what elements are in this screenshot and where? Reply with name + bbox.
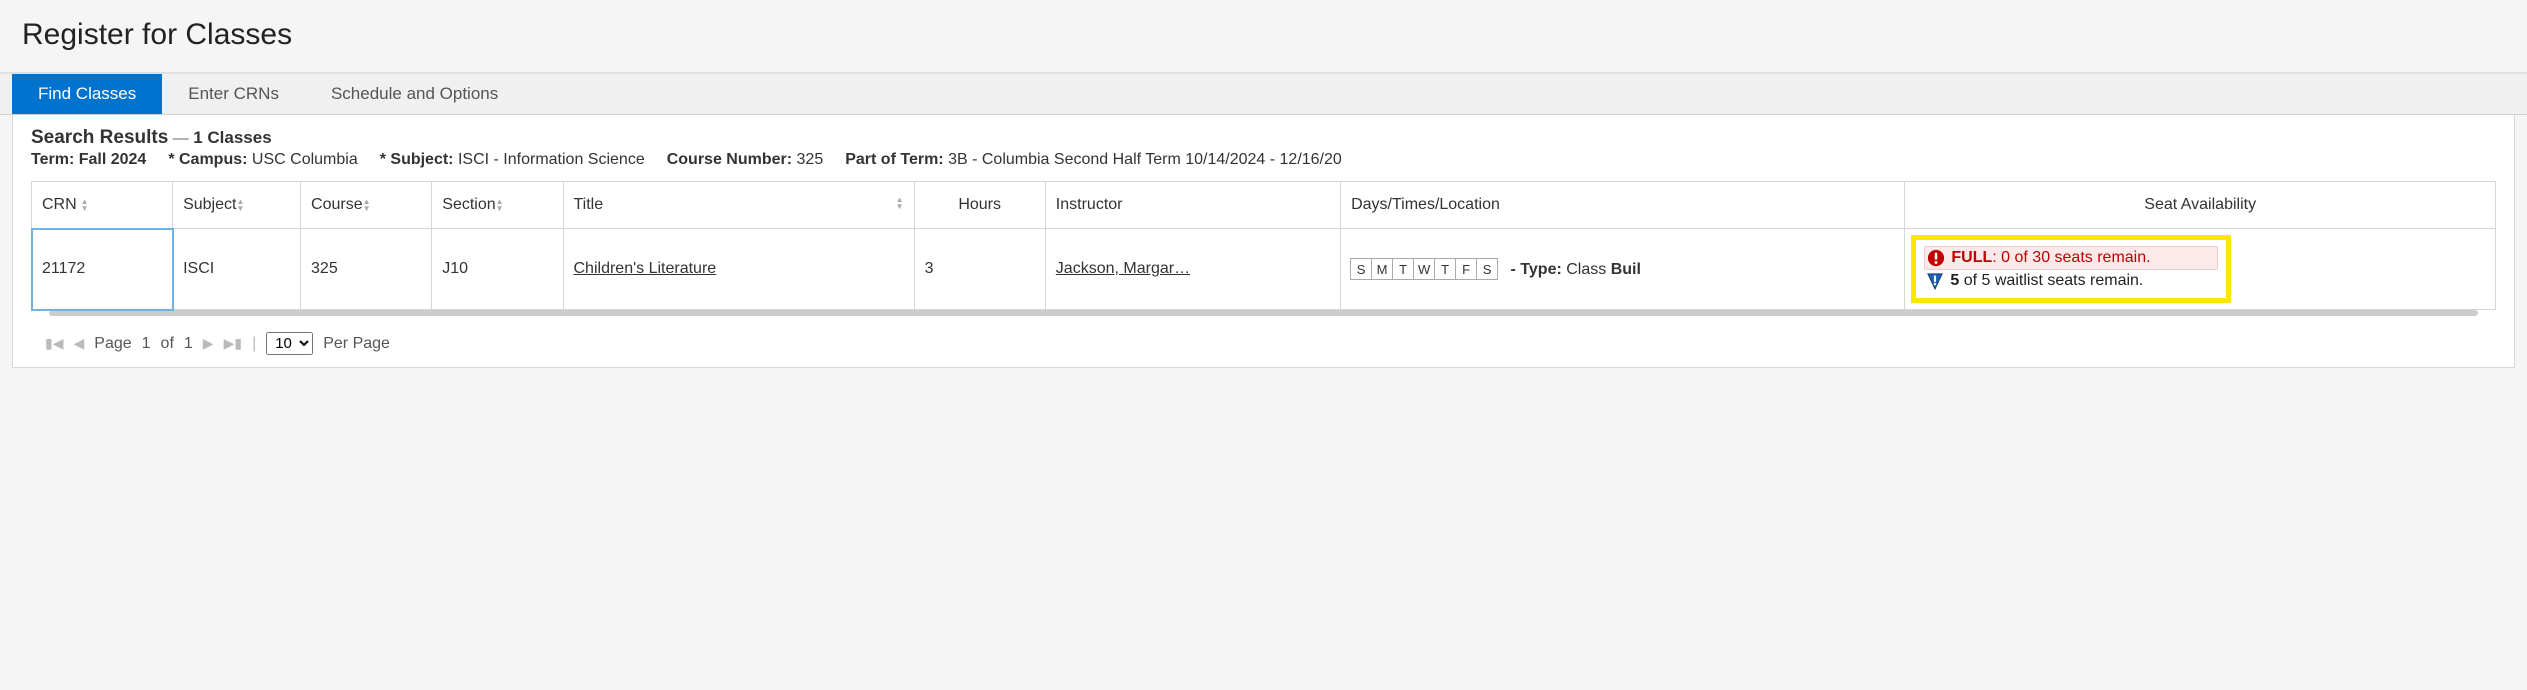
day-cell: W: [1413, 258, 1435, 280]
course-title-link[interactable]: Children's Literature: [574, 260, 717, 277]
filter-term-label: Term:: [31, 151, 74, 168]
header-row: CRN▲▼ Subject▲▼ Course▲▼ Section▲▼ Title…: [32, 182, 2496, 229]
alert-icon: [1927, 249, 1945, 267]
seat-availability-box: FULL: 0 of 30 seats remain. 5 of 5 waitl…: [1911, 235, 2231, 303]
filter-subject-value: ISCI - Information Science: [458, 151, 645, 168]
content-panel: Search Results — 1 Classes Term: Fall 20…: [12, 115, 2515, 368]
filter-pot-label: Part of Term:: [845, 151, 943, 168]
tab-schedule-options[interactable]: Schedule and Options: [305, 74, 524, 114]
day-cell: T: [1392, 258, 1414, 280]
filter-pot-value: 3B - Columbia Second Half Term 10/14/202…: [948, 151, 1342, 168]
page-current: 1: [142, 335, 151, 353]
cell-subject: ISCI: [173, 229, 301, 310]
results-title: Search Results: [31, 127, 168, 148]
prev-page-button[interactable]: ◀: [73, 335, 84, 352]
col-section[interactable]: Section▲▼: [432, 182, 563, 229]
per-page-select[interactable]: 10: [266, 332, 313, 355]
table-row[interactable]: 21172 ISCI 325 J10 Children's Literature…: [32, 229, 2496, 310]
cell-days-times-location: S M T W T F S - Type: Class Buil: [1341, 229, 1905, 310]
results-dash: —: [173, 130, 193, 147]
day-cell: S: [1476, 258, 1498, 280]
first-page-button[interactable]: ▮◀: [45, 335, 63, 352]
meeting-type: - Type: Class Buil: [1511, 261, 1641, 278]
filter-coursenum-value: 325: [797, 151, 824, 168]
filter-coursenum-label: Course Number:: [667, 151, 792, 168]
col-subject[interactable]: Subject▲▼: [173, 182, 301, 229]
sort-icon: ▲▼: [236, 198, 244, 212]
day-cell: M: [1371, 258, 1393, 280]
page-of: of: [161, 335, 174, 353]
next-page-button[interactable]: ▶: [203, 335, 214, 352]
horizontal-scrollbar[interactable]: [49, 310, 2478, 316]
cell-title: Children's Literature: [563, 229, 914, 310]
sort-icon: ▲▼: [363, 198, 371, 212]
results-count: 1 Classes: [193, 128, 271, 147]
day-cell: T: [1434, 258, 1456, 280]
day-cell: S: [1350, 258, 1372, 280]
pager: ▮◀ ◀ Page 1 of 1 ▶ ▶▮ | 10 Per Page: [13, 324, 2514, 367]
tab-enter-crns[interactable]: Enter CRNs: [162, 74, 305, 114]
cell-course: 325: [301, 229, 432, 310]
filter-subject-label: * Subject:: [380, 151, 454, 168]
cell-crn: 21172: [32, 229, 173, 310]
page-word: Page: [94, 335, 131, 353]
info-shield-icon: [1926, 272, 1944, 290]
cell-section: J10: [432, 229, 563, 310]
tab-strip: Find Classes Enter CRNs Schedule and Opt…: [0, 74, 2527, 115]
filters-line: Term: Fall 2024 * Campus: USC Columbia *…: [31, 151, 2496, 169]
divider: |: [252, 335, 256, 353]
filter-campus-value: USC Columbia: [252, 151, 358, 168]
seat-waitlist-line: 5 of 5 waitlist seats remain.: [1924, 270, 2218, 292]
page-title: Register for Classes: [22, 18, 2505, 52]
cell-seat-availability: FULL: 0 of 30 seats remain. 5 of 5 waitl…: [1905, 229, 2496, 310]
days-of-week: S M T W T F S: [1351, 258, 1498, 280]
page-total: 1: [184, 335, 193, 353]
col-crn[interactable]: CRN▲▼: [32, 182, 173, 229]
filter-campus-label: * Campus:: [168, 151, 247, 168]
col-title[interactable]: Title▲▼: [563, 182, 914, 229]
sort-icon: ▲▼: [496, 198, 504, 212]
sort-icon: ▲▼: [81, 198, 89, 212]
instructor-link[interactable]: Jackson, Margar…: [1056, 260, 1190, 277]
sort-icon: ▲▼: [896, 196, 904, 210]
col-instructor[interactable]: Instructor: [1045, 182, 1340, 229]
results-table: CRN▲▼ Subject▲▼ Course▲▼ Section▲▼ Title…: [31, 181, 2496, 310]
tab-find-classes[interactable]: Find Classes: [12, 74, 162, 114]
last-page-button[interactable]: ▶▮: [224, 335, 242, 352]
results-header: Search Results — 1 Classes Term: Fall 20…: [13, 127, 2514, 177]
day-cell: F: [1455, 258, 1477, 280]
filter-term-value: Fall 2024: [79, 151, 147, 168]
col-hours[interactable]: Hours: [914, 182, 1045, 229]
per-page-label: Per Page: [323, 335, 390, 353]
cell-instructor: Jackson, Margar…: [1045, 229, 1340, 310]
col-course[interactable]: Course▲▼: [301, 182, 432, 229]
col-seat-availability[interactable]: Seat Availability: [1905, 182, 2496, 229]
col-days-times-location[interactable]: Days/Times/Location: [1341, 182, 1905, 229]
cell-hours: 3: [914, 229, 1045, 310]
seat-full-line: FULL: 0 of 30 seats remain.: [1924, 246, 2218, 270]
results-grid: CRN▲▼ Subject▲▼ Course▲▼ Section▲▼ Title…: [13, 177, 2514, 324]
page-header: Register for Classes: [0, 0, 2527, 74]
